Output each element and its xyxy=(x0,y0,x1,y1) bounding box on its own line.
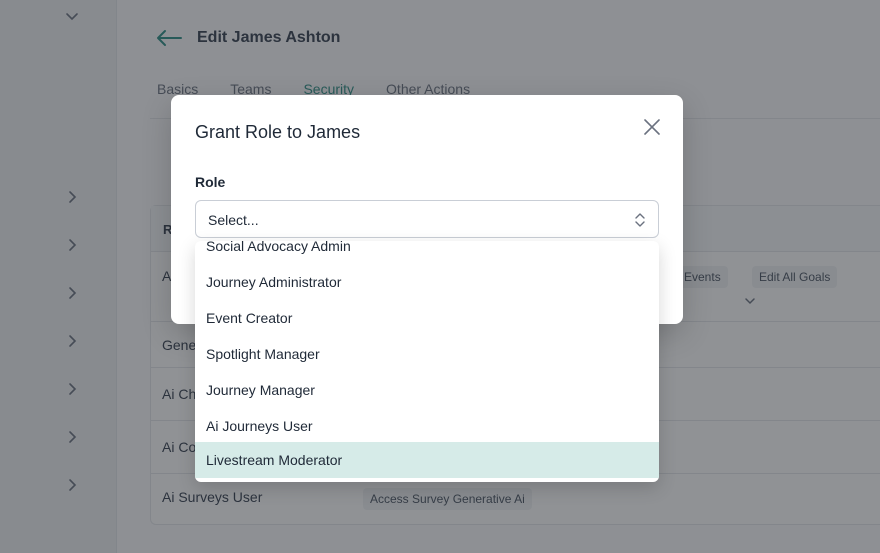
option-event-creator[interactable]: Event Creator xyxy=(195,300,659,336)
role-field-label: Role xyxy=(195,174,226,190)
option-spotlight-manager[interactable]: Spotlight Manager xyxy=(195,336,659,372)
dialog-title: Grant Role to James xyxy=(195,122,361,142)
role-options-list[interactable]: Social Advocacy Admin Journey Administra… xyxy=(195,241,659,482)
option-social-advocacy-admin[interactable]: Social Advocacy Admin xyxy=(195,241,659,264)
option-journey-administrator[interactable]: Journey Administrator xyxy=(195,264,659,300)
role-select-value: Select... xyxy=(208,212,259,228)
option-ai-journeys-user[interactable]: Ai Journeys User xyxy=(195,408,659,444)
select-arrows-icon xyxy=(635,213,645,227)
role-select[interactable]: Select... xyxy=(195,200,659,238)
option-livestream-moderator[interactable]: Livestream Moderator xyxy=(195,442,659,478)
option-journey-manager[interactable]: Journey Manager xyxy=(195,372,659,408)
close-icon[interactable] xyxy=(641,116,663,138)
